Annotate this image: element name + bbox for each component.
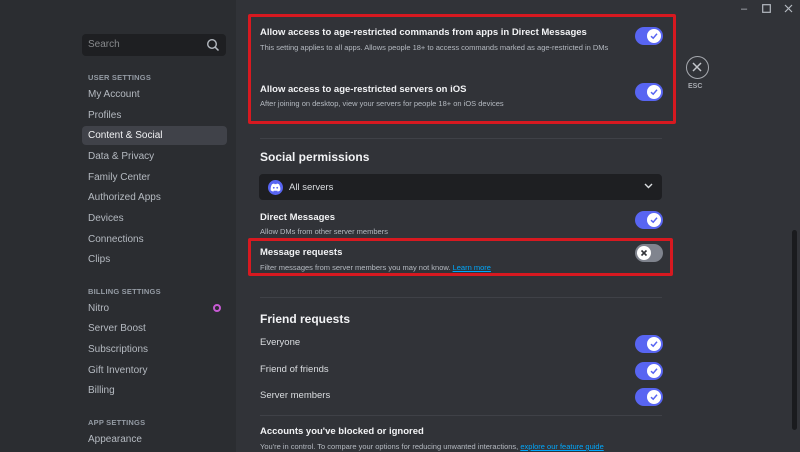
minimize-icon[interactable]: – (737, 2, 751, 16)
search-icon (206, 38, 220, 52)
friend-requests-title: Friend requests (260, 312, 351, 326)
search-input[interactable]: Search (82, 34, 226, 56)
everyone-label: Everyone (260, 337, 301, 348)
blocked-title: Accounts you've blocked or ignored (260, 426, 424, 437)
scrollbar[interactable] (792, 230, 797, 430)
maximize-icon[interactable] (759, 2, 773, 16)
check-icon (650, 217, 658, 224)
direct-messages-desc: Allow DMs from other server members (260, 227, 388, 236)
select-value: All servers (289, 182, 334, 193)
sidebar-item-data-privacy[interactable]: Data & Privacy (82, 147, 227, 166)
direct-messages-title: Direct Messages (260, 212, 335, 223)
nitro-icon (213, 304, 221, 312)
sidebar-item-clips[interactable]: Clips (82, 250, 227, 269)
highlight-box (248, 14, 676, 124)
friend-of-friends-toggle[interactable] (635, 362, 663, 380)
user-settings-header: USER SETTINGS (88, 73, 152, 82)
check-icon (650, 341, 658, 348)
sidebar-item-family-center[interactable]: Family Center (82, 168, 227, 187)
sidebar-item-profiles[interactable]: Profiles (82, 106, 227, 125)
search-placeholder: Search (88, 39, 120, 50)
server-members-label: Server members (260, 390, 331, 401)
chevron-down-icon (644, 183, 653, 189)
direct-messages-toggle[interactable] (635, 211, 663, 229)
friend-of-friends-label: Friend of friends (260, 364, 329, 375)
divider (260, 138, 662, 139)
sidebar-item-connections[interactable]: Connections (82, 230, 227, 249)
sidebar-item-billing[interactable]: Billing (82, 381, 227, 400)
esc-label: ESC (688, 83, 703, 90)
blocked-desc: You're in control. To compare your optio… (260, 442, 604, 451)
divider (260, 415, 662, 416)
server-select-dropdown[interactable]: All servers (259, 174, 662, 200)
divider (260, 297, 662, 298)
feature-guide-link[interactable]: explore our feature guide (520, 442, 603, 451)
server-members-toggle[interactable] (635, 388, 663, 406)
sidebar-item-devices[interactable]: Devices (82, 209, 227, 228)
sidebar-item-subscriptions[interactable]: Subscriptions (82, 340, 227, 359)
social-permissions-title: Social permissions (260, 150, 370, 164)
check-icon (650, 368, 658, 375)
close-settings-button[interactable] (686, 56, 709, 79)
settings-sidebar: Search USER SETTINGS My Account Profiles… (0, 0, 236, 452)
everyone-toggle[interactable] (635, 335, 663, 353)
highlight-box (248, 238, 673, 276)
check-icon (650, 394, 658, 401)
sidebar-item-server-boost[interactable]: Server Boost (82, 319, 227, 338)
close-icon (692, 62, 702, 72)
sidebar-item-label: Nitro (88, 303, 110, 314)
sidebar-item-content-social[interactable]: Content & Social (82, 126, 227, 145)
sidebar-item-my-account[interactable]: My Account (82, 85, 227, 104)
sidebar-item-gift-inventory[interactable]: Gift Inventory (82, 361, 227, 380)
sidebar-item-nitro[interactable]: Nitro (82, 299, 227, 318)
discord-icon (268, 180, 283, 195)
close-window-icon[interactable] (781, 2, 795, 16)
app-settings-header: APP SETTINGS (88, 418, 146, 427)
sidebar-item-authorized-apps[interactable]: Authorized Apps (82, 188, 227, 207)
sidebar-item-appearance[interactable]: Appearance (82, 430, 227, 449)
billing-settings-header: BILLING SETTINGS (88, 287, 161, 296)
